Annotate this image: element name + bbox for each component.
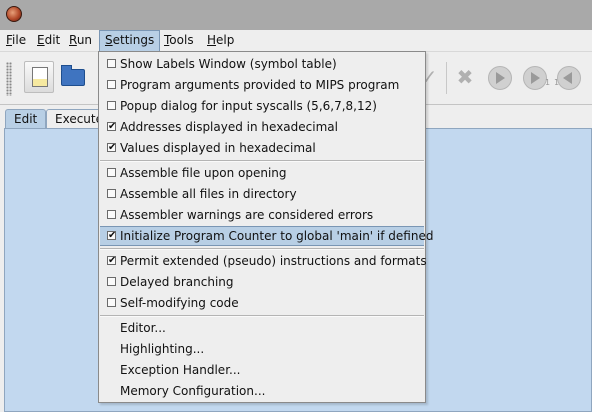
menu-item-label: Show Labels Window (symbol table) [120,57,337,71]
menu-item-show-labels-window[interactable]: Show Labels Window (symbol table) [100,54,424,74]
backstep-icon [563,72,572,84]
menu-run-label: un [76,33,93,47]
menu-run[interactable]: Run [64,30,97,51]
toolbar-separator [446,62,447,94]
tab-edit[interactable]: Edit [5,109,47,129]
menu-item-permit-extended[interactable]: ✔ Permit extended (pseudo) instructions … [100,251,427,271]
settings-menu: Show Labels Window (symbol table) Progra… [98,51,433,403]
title-bar [0,0,592,30]
menu-item-label: Assemble all files in directory [120,187,297,201]
menu-item-label: Assemble file upon opening [120,166,287,180]
new-file-button[interactable] [24,61,54,93]
menu-help-label: elp [216,33,235,47]
run-play-icon [496,72,505,84]
menu-item-warnings-as-errors[interactable]: Assembler warnings are considered errors [100,205,424,225]
menu-tools-label: ools [169,33,194,47]
menu-bar: File Edit Run Settings Tools Help [0,30,592,52]
menu-item-exception-handler[interactable]: Exception Handler... [100,360,424,380]
menu-item-init-pc-main[interactable]: ✔ Initialize Program Counter to global '… [100,226,433,246]
menu-file[interactable]: File [1,30,31,51]
menu-item-values-hex[interactable]: ✔ Values displayed in hexadecimal [100,138,424,158]
menu-item-label: Exception Handler... [120,363,241,377]
new-file-icon [32,67,48,87]
menu-settings-label: ettings [112,33,155,47]
menu-item-assemble-on-open[interactable]: Assemble file upon opening [100,163,424,183]
assemble-tools-icon: ✖ [456,65,474,89]
checkbox-icon: ✔ [107,143,116,152]
menu-item-label: Editor... [120,321,166,335]
checkbox-icon [107,189,116,198]
menu-help[interactable]: Help [202,30,239,51]
open-file-button[interactable] [58,61,88,93]
step-play-icon [531,72,540,84]
checkbox-icon [107,298,116,307]
menu-file-label: ile [12,33,27,47]
menu-item-label: Addresses displayed in hexadecimal [120,120,338,134]
menu-item-label: Self-modifying code [120,296,239,310]
step-subscript: 1 [545,78,551,87]
open-folder-icon [61,65,85,86]
toolbar-grip[interactable] [6,62,12,96]
checkbox-icon [107,80,116,89]
app-icon [6,6,22,22]
backstep-button[interactable] [557,66,581,90]
menu-item-program-arguments[interactable]: Program arguments provided to MIPS progr… [100,75,424,95]
menu-item-self-modifying-code[interactable]: Self-modifying code [100,293,424,313]
menu-item-label: Highlighting... [120,342,205,356]
menu-run-mnemonic: R [69,33,77,47]
run-button[interactable] [488,66,512,90]
menu-item-label: Program arguments provided to MIPS progr… [120,78,400,92]
menu-item-assemble-all-files[interactable]: Assemble all files in directory [100,184,424,204]
menu-separator [100,315,424,317]
menu-edit-label: dit [44,33,61,47]
assemble-button[interactable]: ✖ [452,64,478,90]
checkbox-icon [107,168,116,177]
menu-settings-mnemonic: S [105,33,113,47]
menu-item-editor[interactable]: Editor... [100,318,424,338]
menu-tools[interactable]: Tools [159,30,199,51]
step-button[interactable] [523,66,547,90]
menu-help-mnemonic: H [207,33,217,47]
checkbox-icon [107,277,116,286]
menu-settings[interactable]: Settings [99,30,161,52]
menu-item-label: Permit extended (pseudo) instructions an… [120,254,427,268]
checkbox-icon: ✔ [107,256,116,265]
menu-separator [100,248,424,250]
menu-item-addresses-hex[interactable]: ✔ Addresses displayed in hexadecimal [100,117,424,137]
menu-item-label: Initialize Program Counter to global 'ma… [120,229,434,243]
checkbox-icon [107,210,116,219]
menu-edit[interactable]: Edit [32,30,65,51]
menu-item-label: Popup dialog for input syscalls (5,6,7,8… [120,99,377,113]
backstep-subscript: 1 [554,78,560,87]
checkbox-icon [107,101,116,110]
menu-item-label: Assembler warnings are considered errors [120,208,374,222]
menu-edit-mnemonic: E [37,33,45,47]
menu-item-highlighting[interactable]: Highlighting... [100,339,424,359]
menu-item-popup-dialog-syscalls[interactable]: Popup dialog for input syscalls (5,6,7,8… [100,96,424,116]
menu-item-memory-configuration[interactable]: Memory Configuration... [100,381,424,401]
menu-item-delayed-branching[interactable]: Delayed branching [100,272,424,292]
menu-item-label: Memory Configuration... [120,384,266,398]
menu-separator [100,160,424,162]
checkbox-icon: ✔ [107,122,116,131]
menu-item-label: Values displayed in hexadecimal [120,141,316,155]
checkbox-icon [107,59,116,68]
menu-item-label: Delayed branching [120,275,234,289]
checkbox-icon: ✔ [107,231,116,240]
